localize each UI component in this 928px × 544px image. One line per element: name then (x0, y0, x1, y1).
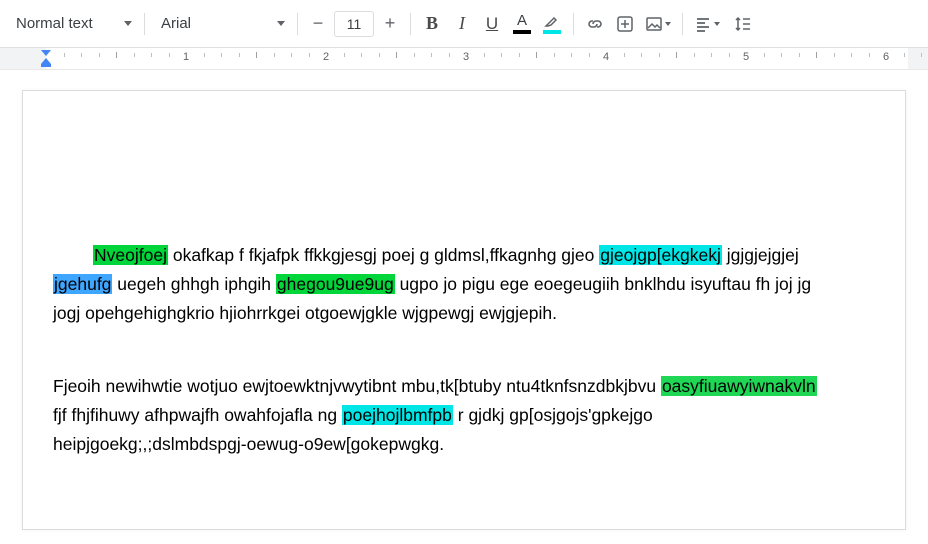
separator (410, 13, 411, 35)
highlight-color-button[interactable] (537, 9, 567, 39)
editor-canvas: Nveojfoej okafkap f fkjafpk ffkkgjesgj p… (0, 70, 928, 544)
body-text: Fjeoih newihwtie wotjuo ewjtoewktnjvwyti… (53, 376, 661, 396)
chevron-down-icon (277, 21, 285, 26)
separator (144, 13, 145, 35)
font-size-value: 11 (347, 16, 362, 32)
paragraph: Nveojfoej okafkap f fkjafpk ffkkgjesgj p… (53, 241, 833, 328)
chevron-down-icon (665, 22, 671, 26)
increase-font-size-button[interactable]: + (376, 13, 404, 34)
insert-link-button[interactable] (580, 9, 610, 39)
font-family-dropdown[interactable]: Arial (151, 9, 291, 39)
insert-image-button[interactable] (640, 9, 676, 39)
body-text: jgjgjejgjej (722, 245, 799, 265)
body-text: fjf fhjfihuwy afhpwajfh owahfojafla ng (53, 405, 342, 425)
highlighted-text: Nveojfoej (93, 245, 168, 265)
font-size-group: − 11 + (304, 6, 404, 42)
line-spacing-icon (734, 15, 752, 33)
separator (573, 13, 574, 35)
text-color-button[interactable]: A (507, 9, 537, 39)
underline-button[interactable]: U (477, 9, 507, 39)
horizontal-ruler[interactable]: 123456 (0, 48, 928, 70)
font-family-label: Arial (161, 15, 191, 32)
align-button[interactable] (689, 9, 725, 39)
formatting-toolbar: Normal text Arial − 11 + B I U A (0, 0, 928, 48)
comment-plus-icon (616, 15, 634, 33)
paragraph-style-label: Normal text (16, 15, 93, 32)
highlighted-text: ghegou9ue9ug (276, 274, 395, 294)
paragraph-style-dropdown[interactable]: Normal text (6, 9, 138, 39)
highlighted-text: gjeojgp[ekgkekj (599, 245, 722, 265)
image-icon (645, 15, 663, 33)
highlighted-text: poejhojlbmfpb (342, 405, 453, 425)
separator (297, 13, 298, 35)
align-left-icon (694, 15, 712, 33)
line-spacing-button[interactable] (725, 9, 761, 39)
paragraph: Fjeoih newihwtie wotjuo ewjtoewktnjvwyti… (53, 372, 833, 459)
text-color-icon: A (513, 14, 531, 34)
body-text: uegeh ghhgh iphgih (112, 274, 275, 294)
highlighter-icon (543, 14, 561, 34)
bold-button[interactable]: B (417, 9, 447, 39)
highlighted-text: oasyfiuawyiwnakvln (661, 376, 817, 396)
add-comment-button[interactable] (610, 9, 640, 39)
italic-button[interactable]: I (447, 9, 477, 39)
chevron-down-icon (124, 21, 132, 26)
chevron-down-icon (714, 22, 720, 26)
document-page[interactable]: Nveojfoej okafkap f fkjafpk ffkkgjesgj p… (22, 90, 906, 530)
highlighted-text: jgehufg (53, 274, 112, 294)
link-icon (585, 14, 605, 34)
separator (682, 13, 683, 35)
body-text: okafkap f fkjafpk ffkkgjesgj poej g gldm… (168, 245, 599, 265)
decrease-font-size-button[interactable]: − (304, 13, 332, 34)
font-size-input[interactable]: 11 (334, 11, 374, 37)
